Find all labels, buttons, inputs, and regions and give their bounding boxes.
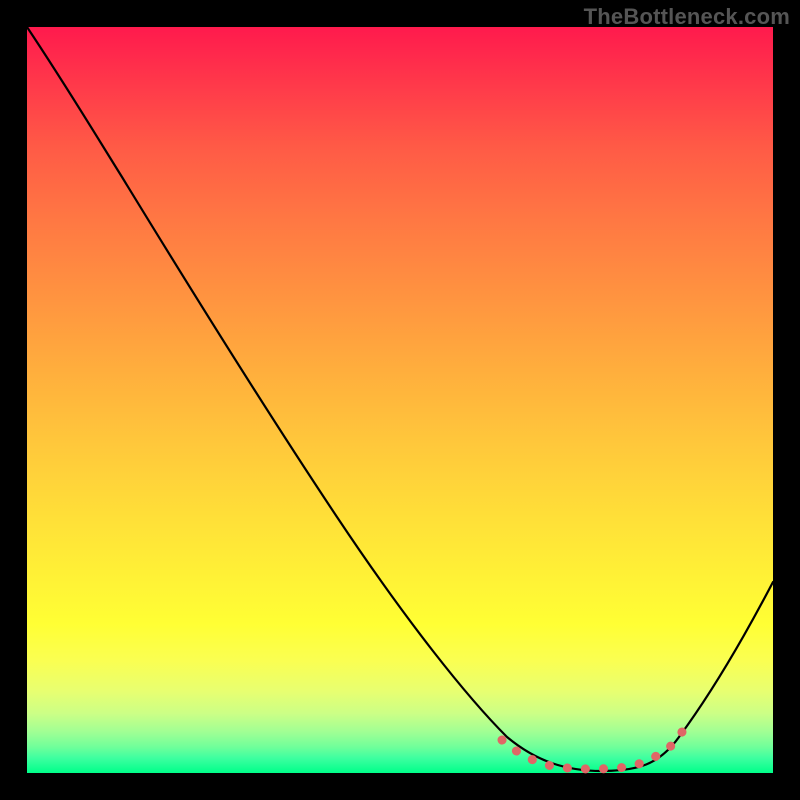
bottleneck-curve: [27, 27, 773, 771]
watermark-text: TheBottleneck.com: [584, 4, 790, 30]
chart-svg: [27, 27, 773, 773]
optimal-range-dots: [502, 732, 682, 769]
chart-frame: [27, 27, 773, 773]
